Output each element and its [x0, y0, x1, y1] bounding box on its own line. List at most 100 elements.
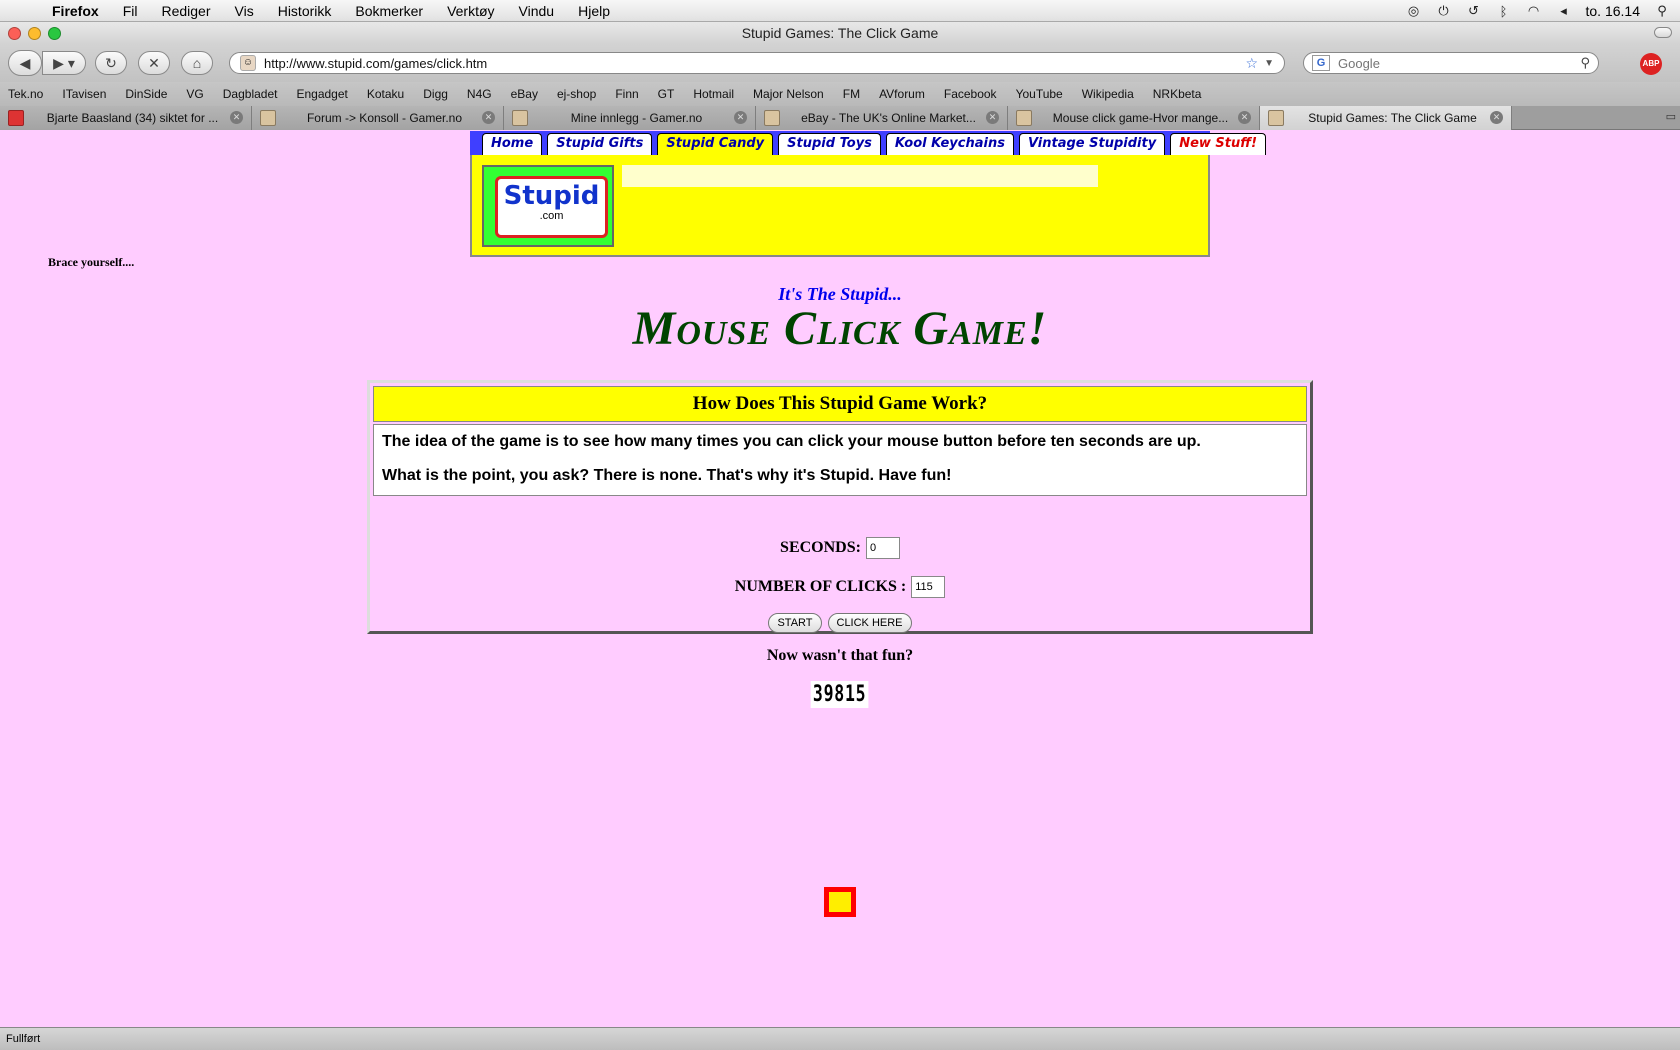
- tab-close-icon[interactable]: ✕: [734, 111, 747, 124]
- menu-view[interactable]: Vis: [223, 0, 266, 22]
- menu-edit[interactable]: Rediger: [149, 0, 222, 22]
- bookmark-link[interactable]: Facebook: [944, 87, 997, 101]
- tab-close-icon[interactable]: ✕: [986, 111, 999, 124]
- menu-help[interactable]: Hjelp: [566, 0, 622, 22]
- tab-close-icon[interactable]: ✕: [1238, 111, 1251, 124]
- power-icon[interactable]: ⏻: [1436, 3, 1452, 19]
- lastfm-icon[interactable]: ◎: [1406, 3, 1422, 19]
- reload-button[interactable]: ↻: [95, 51, 127, 75]
- tab-favicon-icon: [8, 110, 24, 126]
- toolbar-toggle-button[interactable]: [1654, 27, 1672, 38]
- wifi-icon[interactable]: ◠: [1526, 3, 1542, 19]
- search-box[interactable]: G ⚲: [1303, 52, 1599, 74]
- spotlight-search-icon[interactable]: ⚲: [1654, 3, 1670, 19]
- tab-title: Forum -> Konsoll - Gamer.no: [306, 111, 463, 125]
- bookmark-link[interactable]: Tek.no: [8, 87, 43, 101]
- volume-icon[interactable]: ◂: [1556, 3, 1572, 19]
- stop-button[interactable]: ✕: [138, 51, 170, 75]
- bookmark-link[interactable]: Kotaku: [367, 87, 404, 101]
- tab-list-icon[interactable]: ▭: [1666, 110, 1676, 123]
- menu-window[interactable]: Vindu: [507, 0, 567, 22]
- instructions-line: The idea of the game is to see how many …: [382, 433, 1201, 450]
- menu-bookmarks[interactable]: Bokmerker: [343, 0, 435, 22]
- browser-tab[interactable]: Forum -> Konsoll - Gamer.no ✕: [252, 106, 504, 130]
- bookmark-link[interactable]: Major Nelson: [753, 87, 824, 101]
- store-tab-stupid-gifts[interactable]: Stupid Gifts: [547, 133, 653, 155]
- url-input[interactable]: ☺ http://www.stupid.com/games/click.htm …: [229, 52, 1285, 74]
- bookmark-link[interactable]: Wikipedia: [1082, 87, 1134, 101]
- menu-clock[interactable]: to. 16.14: [1586, 3, 1641, 19]
- bookmark-link[interactable]: Hotmail: [693, 87, 734, 101]
- store-tab-stupid-toys[interactable]: Stupid Toys: [778, 133, 881, 155]
- browser-tab-active[interactable]: Stupid Games: The Click Game ✕: [1260, 106, 1512, 130]
- window-minimize-button[interactable]: [28, 27, 41, 40]
- time-machine-icon[interactable]: ↺: [1466, 3, 1482, 19]
- result-text: Now wasn't that fun?: [766, 647, 914, 664]
- search-input[interactable]: [1338, 55, 1568, 71]
- tab-close-icon[interactable]: ✕: [1490, 111, 1503, 124]
- bookmark-link[interactable]: YouTube: [1016, 87, 1063, 101]
- back-button[interactable]: ◀: [8, 50, 42, 76]
- bookmark-link[interactable]: ej-shop: [557, 87, 596, 101]
- stupid-logo[interactable]: Stupid .com: [482, 165, 614, 247]
- window-title-bar: Stupid Games: The Click Game: [0, 22, 1680, 44]
- menu-history[interactable]: Historikk: [266, 0, 344, 22]
- forward-arrow-icon: ▶ ▾: [53, 54, 75, 71]
- bookmark-link[interactable]: FM: [843, 87, 860, 101]
- bookmark-link[interactable]: GT: [658, 87, 675, 101]
- tab-close-icon[interactable]: ✕: [482, 111, 495, 124]
- adblock-plus-icon[interactable]: ABP: [1640, 53, 1662, 75]
- store-tab-stupid-candy[interactable]: Stupid Candy: [657, 133, 774, 155]
- window-close-button[interactable]: [8, 27, 21, 40]
- instructions-heading: How Does This Stupid Game Work?: [373, 386, 1307, 422]
- store-tab-new-stuff[interactable]: New Stuff!: [1170, 133, 1267, 155]
- menu-tools[interactable]: Verktøy: [435, 0, 506, 22]
- bookmark-link[interactable]: VG: [186, 87, 203, 101]
- tab-close-icon[interactable]: ✕: [230, 111, 243, 124]
- browser-tab[interactable]: Bjarte Baasland (34) siktet for ... ✕: [0, 106, 252, 130]
- navigation-toolbar: ◀ ▶ ▾ ↻ ✕ ⌂ ☺ http://www.stupid.com/game…: [0, 44, 1680, 82]
- clicks-row: NUMBER OF CLICKS :: [0, 576, 1680, 598]
- bluetooth-icon[interactable]: ᛒ: [1496, 4, 1512, 19]
- bookmark-link[interactable]: N4G: [467, 87, 492, 101]
- bookmark-link[interactable]: NRKbeta: [1153, 87, 1202, 101]
- store-tab-vintage-stupidity[interactable]: Vintage Stupidity: [1018, 133, 1166, 155]
- tab-favicon-icon: [512, 110, 528, 126]
- banner-ad-strip: [622, 165, 1098, 187]
- bookmark-link[interactable]: Finn: [615, 87, 638, 101]
- bookmark-link[interactable]: Dagbladet: [223, 87, 278, 101]
- bookmark-link[interactable]: Digg: [423, 87, 448, 101]
- browser-tab[interactable]: Mouse click game-Hvor mange... ✕: [1008, 106, 1260, 130]
- store-tab-kool-keychains[interactable]: Kool Keychains: [885, 133, 1014, 155]
- stop-icon: ✕: [148, 54, 160, 71]
- forward-button[interactable]: ▶ ▾: [42, 51, 86, 75]
- logo-text: Stupid: [503, 181, 600, 211]
- start-button[interactable]: START: [768, 613, 822, 633]
- search-icon[interactable]: ⚲: [1580, 55, 1590, 71]
- seconds-label: SECONDS:: [780, 539, 861, 556]
- clicks-field[interactable]: [911, 576, 946, 598]
- click-here-button[interactable]: CLICK HERE: [827, 613, 912, 633]
- google-engine-icon[interactable]: G: [1312, 55, 1330, 71]
- menu-file[interactable]: Fil: [111, 0, 150, 22]
- bookmark-link[interactable]: Engadget: [296, 87, 347, 101]
- click-game-form: SECONDS: NUMBER OF CLICKS : START CLICK …: [0, 537, 1680, 708]
- back-arrow-icon: ◀: [19, 54, 31, 71]
- bookmark-star-icon[interactable]: ☆: [1245, 55, 1258, 72]
- browser-tab[interactable]: Mine innlegg - Gamer.no ✕: [504, 106, 756, 130]
- window-zoom-button[interactable]: [48, 27, 61, 40]
- game-buttons: START CLICK HERE: [0, 613, 1680, 633]
- site-favicon-icon: ☺: [240, 55, 256, 71]
- seconds-field[interactable]: [865, 537, 900, 559]
- bookmark-link[interactable]: ITavisen: [62, 87, 106, 101]
- url-history-dropdown-icon[interactable]: ▼: [1264, 58, 1274, 69]
- browser-tab[interactable]: eBay - The UK's Online Market... ✕: [756, 106, 1008, 130]
- home-button[interactable]: ⌂: [181, 51, 213, 75]
- menu-app-name[interactable]: Firefox: [40, 0, 111, 22]
- store-tab-home[interactable]: Home: [482, 133, 543, 155]
- bookmark-link[interactable]: AVforum: [879, 87, 925, 101]
- store-banner: Stupid .com: [470, 155, 1210, 257]
- bookmark-link[interactable]: DinSide: [125, 87, 167, 101]
- bookmark-link[interactable]: eBay: [511, 87, 538, 101]
- tab-favicon-icon: [764, 110, 780, 126]
